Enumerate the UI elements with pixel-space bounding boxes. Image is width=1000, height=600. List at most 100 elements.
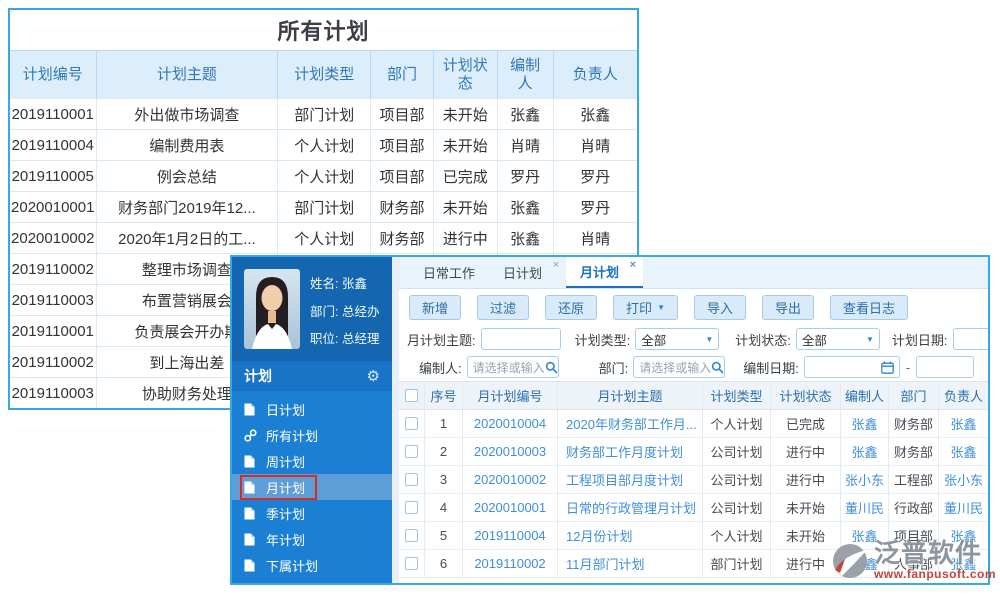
table-cell: 外出做市场调查 [97,99,279,129]
row-checkbox[interactable] [405,501,418,514]
sidebar-item-0[interactable]: 日计划 [232,396,392,422]
plan-subject-link[interactable]: 日常的行政管理月计划 [558,494,703,521]
owner-link[interactable]: 张小东 [939,466,988,493]
row-checkbox[interactable] [405,473,418,486]
toolbar-button[interactable]: 新增 [409,295,461,320]
table-cell: 已完成 [434,161,498,191]
select-input[interactable]: 全部▼ [635,328,719,350]
search-icon[interactable] [711,361,724,374]
select-value: 全部 [641,330,666,349]
table-cell: 财务部 [371,192,434,222]
column-header: 计划主题 [97,51,279,98]
sidebar-item-2[interactable]: 周计划 [232,448,392,474]
table-row[interactable]: 2019110005例会总结个人计划项目部已完成罗丹罗丹 [10,160,637,191]
row-checkbox[interactable] [405,445,418,458]
sidebar-item-5[interactable]: 年计划 [232,526,392,552]
plan-subject-link[interactable]: 工程项目部月度计划 [558,466,703,493]
filter-label: 计划状态: [735,330,791,349]
search-icon[interactable] [545,361,558,374]
search-input[interactable]: 请选择或输入 [633,356,725,378]
tab-1[interactable]: 日计划× [489,257,566,288]
plan-subject-link[interactable]: 财务部工作月度计划 [558,438,703,465]
filter-item: 编制人:请选择或输入 [419,356,559,378]
monthly-plan-window: 姓名: 张鑫部门: 总经办职位: 总经理 计划 ⚙ 日计划所有计划周计划月计划季… [230,255,990,585]
text-input[interactable] [916,356,974,378]
select-all-checkbox[interactable] [405,389,418,402]
table-cell: 张鑫 [554,99,637,129]
sidebar-item-label: 月计划 [266,478,305,497]
annotation-box: 月计划 [240,475,317,500]
range-separator: - [904,360,912,375]
column-header: 编制人 [498,51,554,98]
sidebar-menu: 日计划所有计划周计划月计划季计划年计划下属计划 [232,391,392,583]
plan-code-link[interactable]: 2020010001 [463,494,558,521]
sidebar-item-3[interactable]: 月计划 [232,474,392,500]
plan-code-link[interactable]: 2020010004 [463,410,558,437]
sidebar-item-6[interactable]: 下属计划 [232,552,392,578]
close-icon[interactable]: × [553,259,559,271]
plan-code-link[interactable]: 2020010003 [463,438,558,465]
user-info: 姓名: 张鑫部门: 总经办职位: 总经理 [310,269,379,351]
table-cell: 罗丹 [554,192,637,222]
cell-checkbox [399,466,425,493]
cell-checkbox [399,410,425,437]
column-header: 负责人 [939,382,988,409]
toolbar-button[interactable]: 还原 [545,295,597,320]
creator-link[interactable]: 张鑫 [841,438,889,465]
plan-code-link[interactable]: 2020010002 [463,466,558,493]
table-row[interactable]: 2019110001外出做市场调查部门计划项目部未开始张鑫张鑫 [10,98,637,129]
text-input[interactable] [481,328,561,350]
plan-subject-link[interactable]: 12月份计划 [558,522,703,549]
column-header: 部门 [371,51,434,98]
tab-2[interactable]: 月计划× [566,257,643,288]
table-cell: 2019110002 [10,347,97,377]
table-cell: 2020年1月2日的工... [97,223,279,253]
toolbar-button[interactable]: 打印▼ [613,295,678,320]
filter-item: 计划日期: [892,328,988,350]
date-input[interactable] [804,356,900,378]
cell-no: 1 [425,410,463,437]
cell-checkbox [399,550,425,577]
table-cell: 肖晴 [554,130,637,160]
table-row[interactable]: 2020010001财务部门2019年12...部门计划财务部未开始张鑫罗丹 [10,191,637,222]
column-header: 部门 [889,382,939,409]
table-row: 32020010002工程项目部月度计划公司计划进行中张小东工程部张小东 [399,466,988,494]
cell-department: 行政部 [889,494,939,521]
owner-link[interactable]: 张鑫 [939,438,988,465]
sidebar-item-1[interactable]: 所有计划 [232,422,392,448]
toolbar-button[interactable]: 过滤 [477,295,529,320]
row-checkbox[interactable] [405,557,418,570]
plan-subject-link[interactable]: 11月部门计划 [558,550,703,577]
owner-link[interactable]: 董川民 [939,494,988,521]
search-input[interactable]: 请选择或输入 [467,356,559,378]
gear-icon[interactable]: ⚙ [367,369,380,384]
row-checkbox[interactable] [405,417,418,430]
table-cell: 2019110004 [10,130,97,160]
plan-code-link[interactable]: 2019110004 [463,522,558,549]
toolbar-button[interactable]: 导出 [762,295,814,320]
sidebar-item-4[interactable]: 季计划 [232,500,392,526]
text-input[interactable] [953,328,989,350]
cell-plan-status: 进行中 [771,438,841,465]
select-input[interactable]: 全部▼ [796,328,880,350]
row-checkbox[interactable] [405,529,418,542]
plan-subject-link[interactable]: 2020年财务部工作月... [558,410,703,437]
table-cell: 个人计划 [278,161,371,191]
file-icon [244,507,258,520]
toolbar-button[interactable]: 导入 [694,295,746,320]
toolbar: 新增 过滤 还原打印▼ 导入导出查看日志 [399,289,988,325]
table-row[interactable]: 20200100022020年1月2日的工...个人计划财务部进行中张鑫肖晴 [10,222,637,253]
tab-0[interactable]: 日常工作 [409,257,489,288]
plan-code-link[interactable]: 2019110002 [463,550,558,577]
button-label: 过滤 [490,298,516,317]
cell-no: 2 [425,438,463,465]
table-row[interactable]: 2019110004编制费用表个人计划项目部未开始肖晴肖晴 [10,129,637,160]
creator-link[interactable]: 董川民 [841,494,889,521]
toolbar-button[interactable]: 查看日志 [830,295,908,320]
column-header: 月计划编号 [463,382,558,409]
close-icon[interactable]: × [630,259,636,271]
calendar-icon[interactable] [881,361,894,374]
creator-link[interactable]: 张小东 [841,466,889,493]
creator-link[interactable]: 张鑫 [841,410,889,437]
owner-link[interactable]: 张鑫 [939,410,988,437]
